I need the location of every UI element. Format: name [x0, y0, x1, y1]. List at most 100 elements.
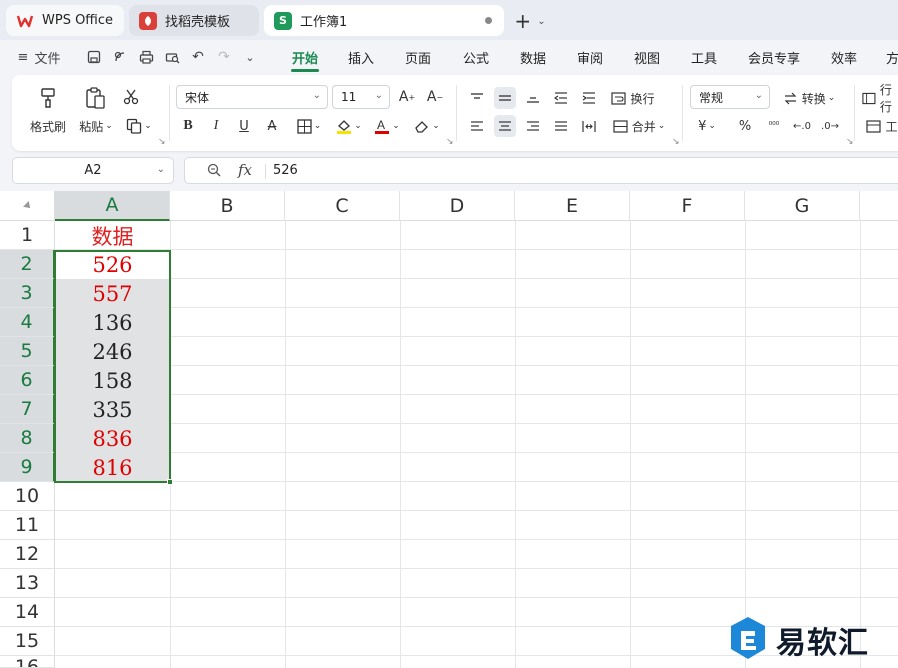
row-header-7[interactable]: 7	[0, 395, 55, 424]
cell-a7[interactable]: 335	[55, 395, 170, 424]
row-column-button[interactable]: 行行	[862, 83, 898, 114]
row-header-12[interactable]: 12	[0, 540, 55, 569]
distributed-align-icon[interactable]	[578, 115, 600, 137]
align-top-icon[interactable]	[466, 87, 488, 109]
strikethrough-icon[interactable]: A	[262, 115, 282, 137]
select-all-corner[interactable]	[0, 191, 55, 221]
row-header-9[interactable]: 9	[0, 453, 55, 482]
row-header-16[interactable]: 16	[0, 656, 55, 668]
align-bottom-icon[interactable]	[522, 87, 544, 109]
undo-icon[interactable]: ↶	[188, 46, 208, 68]
print-preview-icon[interactable]	[162, 46, 182, 68]
borders-button[interactable]: ⌄	[292, 115, 326, 137]
menu-member[interactable]: 会员专享	[748, 48, 800, 67]
name-box[interactable]: A2 ⌄	[12, 157, 174, 184]
increase-font-icon[interactable]: A +	[396, 87, 418, 107]
row-header-10[interactable]: 10	[0, 482, 55, 511]
row-header-3[interactable]: 3	[0, 279, 55, 308]
cell-a3[interactable]: 557	[55, 279, 170, 308]
cell-a9[interactable]: 816	[55, 453, 170, 482]
format-painter-button[interactable]: 格式刷	[22, 117, 74, 135]
insert-function-icon[interactable]: fx	[238, 161, 252, 179]
increase-decimal-icon[interactable]: ←.0	[790, 115, 814, 137]
tab-daoke-template[interactable]: 找稻壳模板	[129, 5, 259, 36]
row-header-14[interactable]: 14	[0, 598, 55, 627]
italic-icon[interactable]: I	[206, 115, 226, 137]
cell-a4[interactable]: 136	[55, 308, 170, 337]
align-middle-icon[interactable]	[494, 87, 516, 109]
spreadsheet-grid[interactable]: A B C D E F G 1 2 3 4 5 6 7 8 9 10 11 12…	[0, 191, 898, 668]
file-menu-button[interactable]: ≡ 文件	[14, 46, 64, 68]
zoom-icon[interactable]	[207, 163, 221, 181]
fill-handle[interactable]	[167, 479, 173, 485]
convert-button[interactable]: 转换 ⌄	[778, 87, 840, 109]
bold-icon[interactable]: B	[178, 115, 198, 137]
align-center-icon[interactable]	[494, 115, 516, 137]
decrease-indent-icon[interactable]	[550, 87, 572, 109]
unsaved-dot-icon[interactable]	[485, 17, 492, 24]
justify-icon[interactable]	[550, 115, 572, 137]
menu-review[interactable]: 审阅	[577, 48, 603, 67]
font-size-select[interactable]: 11 ⌄	[332, 85, 390, 109]
decrease-decimal-icon[interactable]: .0→	[818, 115, 842, 137]
align-right-icon[interactable]	[522, 115, 544, 137]
copy-button[interactable]: ⌄	[122, 115, 156, 137]
row-header-1[interactable]: 1	[0, 221, 55, 250]
worksheet-button[interactable]: 工	[862, 115, 898, 137]
column-header-d[interactable]: D	[400, 191, 515, 221]
underline-icon[interactable]: U	[234, 115, 254, 137]
tab-wps-office[interactable]: WPS Office	[6, 5, 124, 36]
fill-color-button[interactable]: ⌄	[332, 115, 366, 137]
row-header-15[interactable]: 15	[0, 627, 55, 656]
tab-workbook[interactable]: S 工作簿1	[264, 5, 504, 36]
column-header-g[interactable]: G	[745, 191, 860, 221]
row-header-5[interactable]: 5	[0, 337, 55, 366]
column-header-c[interactable]: C	[285, 191, 400, 221]
column-header-f[interactable]: F	[630, 191, 745, 221]
font-name-select[interactable]: 宋体 ⌄	[176, 85, 328, 109]
font-color-button[interactable]: A ⌄	[370, 115, 404, 137]
menu-view[interactable]: 视图	[634, 48, 660, 67]
formula-input[interactable]: fx 526	[184, 157, 898, 184]
row-header-11[interactable]: 11	[0, 511, 55, 540]
redo-icon[interactable]: ↷	[214, 46, 234, 68]
row-header-8[interactable]: 8	[0, 424, 55, 453]
align-left-icon[interactable]	[466, 115, 488, 137]
column-header-a[interactable]: A	[55, 191, 170, 221]
clipboard-dialog-launcher-icon[interactable]: ↘	[158, 137, 166, 147]
row-header-4[interactable]: 4	[0, 308, 55, 337]
cut-icon[interactable]	[120, 87, 142, 107]
clear-format-button[interactable]: ⌄	[410, 115, 444, 137]
column-header-e[interactable]: E	[515, 191, 630, 221]
chevron-down-icon[interactable]: ⌄	[240, 46, 260, 68]
menu-home[interactable]: 开始	[292, 48, 318, 67]
menu-insert[interactable]: 插入	[348, 48, 374, 67]
export-pdf-icon[interactable]	[110, 46, 130, 68]
menu-formula[interactable]: 公式	[463, 48, 489, 67]
wrap-text-button[interactable]: 换行	[608, 87, 658, 109]
column-header-h[interactable]	[860, 191, 898, 221]
thousands-separator-icon[interactable]: ⁰⁰⁰	[762, 115, 786, 137]
font-dialog-launcher-icon[interactable]: ↘	[446, 137, 454, 147]
decrease-font-icon[interactable]: A −	[424, 87, 446, 107]
paste-icon[interactable]	[80, 85, 110, 111]
merge-cells-button[interactable]: 合并 ⌄	[608, 115, 670, 137]
menu-more[interactable]: 方	[886, 48, 898, 67]
row-header-2[interactable]: 2	[0, 250, 55, 279]
paste-button[interactable]: 粘贴 ⌄	[76, 117, 116, 135]
new-tab-button[interactable]: + ⌄	[512, 8, 548, 34]
row-header-6[interactable]: 6	[0, 366, 55, 395]
cell-a6[interactable]: 158	[55, 366, 170, 395]
percent-button[interactable]: %	[734, 115, 756, 137]
cell-a1[interactable]: 数据	[55, 221, 170, 250]
menu-tools[interactable]: 工具	[691, 48, 717, 67]
menu-page[interactable]: 页面	[405, 48, 431, 67]
print-icon[interactable]	[136, 46, 156, 68]
chevron-down-icon[interactable]: ⌄	[157, 164, 165, 175]
cell-a8[interactable]: 836	[55, 424, 170, 453]
alignment-dialog-launcher-icon[interactable]: ↘	[672, 137, 680, 147]
menu-data[interactable]: 数据	[520, 48, 546, 67]
row-header-13[interactable]: 13	[0, 569, 55, 598]
column-header-b[interactable]: B	[170, 191, 285, 221]
increase-indent-icon[interactable]	[578, 87, 600, 109]
